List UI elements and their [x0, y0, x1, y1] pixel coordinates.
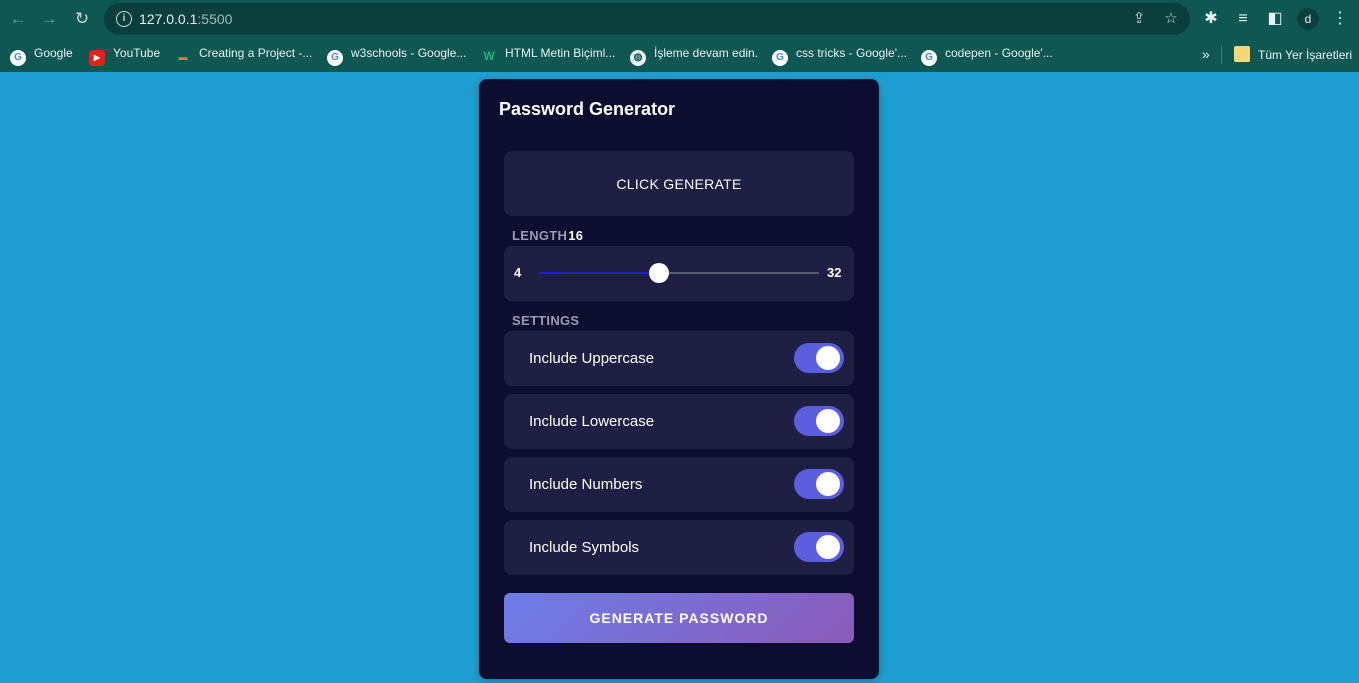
setting-numbers: Include Numbers: [504, 457, 854, 512]
bookmark-google[interactable]: G Google: [10, 46, 73, 66]
bookmark-star-icon[interactable]: ☆: [1161, 9, 1181, 29]
slider-fill: [539, 272, 660, 274]
menu-icon[interactable]: ⋮: [1329, 8, 1351, 30]
address-bar[interactable]: i 127.0.0.1:5500 ⇪ ☆: [104, 3, 1190, 35]
google-icon: G: [327, 50, 343, 66]
youtube-icon: ▶: [89, 50, 105, 66]
lowercase-toggle[interactable]: [794, 406, 844, 436]
browser-toolbar: ← → ↻ i 127.0.0.1:5500 ⇪ ☆ ✱ ≡ ◧ d ⋮: [0, 0, 1359, 38]
bookmark-w3schools[interactable]: Gw3schools - Google...: [327, 46, 466, 66]
bookmark-codepen[interactable]: Gcodepen - Google'...: [921, 46, 1053, 66]
folder-icon: [1234, 46, 1250, 62]
slider-min-label: 4: [514, 265, 522, 280]
bookmark-css-tricks[interactable]: Gcss tricks - Google'...: [772, 46, 907, 66]
more-bookmarks-button[interactable]: »: [1202, 46, 1210, 62]
slider-max-label: 32: [827, 265, 842, 280]
setting-label: Include Uppercase: [529, 350, 655, 367]
setting-symbols: Include Symbols: [504, 520, 854, 575]
google-icon: G: [921, 50, 937, 66]
length-slider-panel: 4 32: [504, 246, 854, 301]
numbers-toggle[interactable]: [794, 469, 844, 499]
avatar[interactable]: d: [1297, 8, 1319, 30]
bookmark-creating-project[interactable]: ▬ Creating a Project -...: [175, 46, 313, 64]
toggle-knob: [816, 409, 840, 433]
uppercase-toggle[interactable]: [794, 343, 844, 373]
password-result[interactable]: CLICK GENERATE: [504, 151, 854, 216]
slider-thumb[interactable]: [649, 263, 670, 283]
setting-label: Include Lowercase: [529, 413, 655, 430]
project-icon: ▬: [178, 52, 188, 62]
bookmarks-bar: G Google ▶ YouTube ▬ Creating a Project -..…: [0, 38, 1359, 70]
setting-uppercase: Include Uppercase: [504, 331, 854, 386]
site-info-icon[interactable]: i: [116, 11, 132, 27]
share-icon[interactable]: ⇪: [1129, 9, 1149, 29]
bookmarks-divider: [1221, 46, 1222, 64]
extensions-icon[interactable]: ✱: [1200, 8, 1222, 30]
toggle-knob: [816, 472, 840, 496]
all-bookmarks-folder[interactable]: Tüm Yer İşaretleri: [1234, 46, 1352, 64]
reload-icon[interactable]: ↻: [70, 7, 94, 31]
back-icon[interactable]: ←: [6, 7, 30, 31]
page-title: Password Generator: [499, 99, 676, 119]
google-icon: G: [772, 50, 788, 66]
toggle-knob: [816, 535, 840, 559]
address-url[interactable]: 127.0.0.1:5500: [139, 11, 232, 27]
symbols-toggle[interactable]: [794, 532, 844, 562]
bookmark-youtube[interactable]: ▶ YouTube: [89, 46, 160, 66]
password-generator-card: Password Generator CLICK GENERATE LENGTH…: [479, 79, 879, 679]
setting-label: Include Symbols: [529, 539, 640, 556]
browser-chrome: ← → ↻ i 127.0.0.1:5500 ⇪ ☆ ✱ ≡ ◧ d ⋮ G Go…: [0, 0, 1359, 72]
w-icon: W: [483, 49, 495, 63]
media-queue-icon[interactable]: ≡: [1232, 8, 1254, 30]
bookmark-html-metin[interactable]: W HTML Metin Biçiml...: [481, 46, 615, 64]
side-panel-icon[interactable]: ◧: [1264, 8, 1286, 30]
settings-label: SETTINGS: [512, 313, 580, 328]
globe-icon: ◍: [630, 50, 646, 66]
length-label: LENGTH16: [512, 228, 584, 243]
length-slider[interactable]: [539, 263, 819, 283]
length-value: 16: [568, 228, 584, 243]
setting-lowercase: Include Lowercase: [504, 394, 854, 449]
bookmark-isleme[interactable]: ◍ İşleme devam edin.: [630, 46, 758, 66]
setting-label: Include Numbers: [529, 476, 643, 493]
google-icon: G: [10, 50, 26, 66]
generate-password-button[interactable]: GENERATE PASSWORD: [504, 593, 854, 643]
toggle-knob: [816, 346, 840, 370]
forward-icon[interactable]: →: [37, 7, 61, 31]
